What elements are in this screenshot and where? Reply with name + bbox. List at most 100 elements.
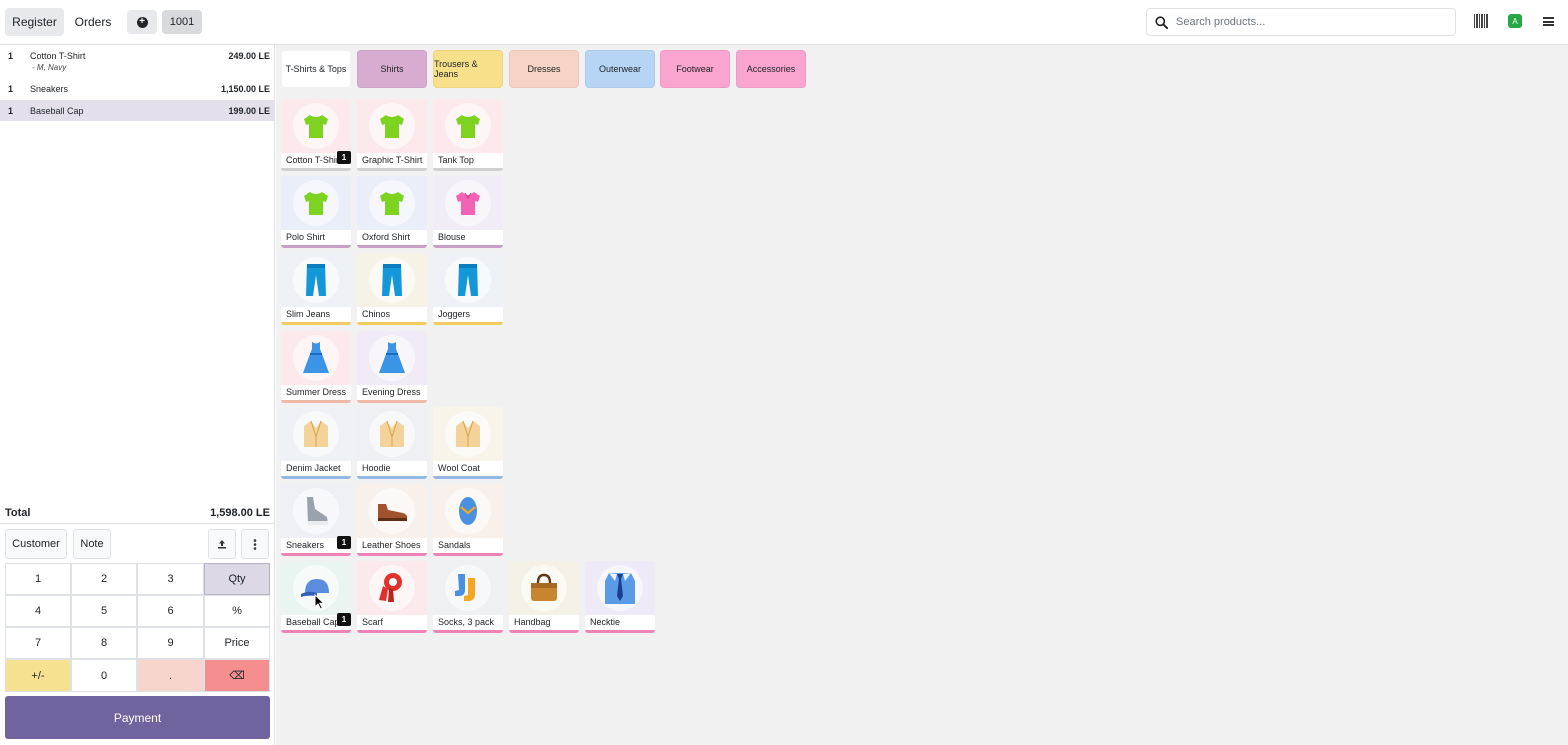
- product-card[interactable]: Socks, 3 pack: [433, 561, 503, 633]
- numpad-key-3[interactable]: 3: [137, 563, 204, 595]
- product-card[interactable]: Sneakers 1: [281, 484, 351, 556]
- product-card[interactable]: Cotton T-Shirt 1: [281, 99, 351, 171]
- product-card[interactable]: Oxford Shirt: [357, 176, 427, 248]
- product-card[interactable]: Necktie: [585, 561, 655, 633]
- product-name: Tank Top: [438, 155, 474, 165]
- product-card[interactable]: Slim Jeans: [281, 253, 351, 325]
- numpad-key-1[interactable]: 1: [5, 563, 71, 595]
- category-accessories[interactable]: Accessories: [736, 50, 806, 88]
- product-card[interactable]: Tank Top: [433, 99, 503, 171]
- orders-button[interactable]: Orders: [68, 8, 118, 36]
- product-name: Sandals: [438, 540, 471, 550]
- tshirt-icon: [293, 103, 339, 149]
- numpad-discount-mode[interactable]: %: [204, 595, 270, 627]
- order-tab[interactable]: 1001: [162, 10, 202, 34]
- product-image: [357, 484, 427, 538]
- payment-button[interactable]: Payment: [5, 696, 270, 739]
- numpad-key-2[interactable]: 2: [71, 563, 137, 595]
- quantity-badge: 1: [337, 151, 351, 164]
- register-button[interactable]: Register: [5, 8, 64, 36]
- product-card[interactable]: Sandals: [433, 484, 503, 556]
- category-shirts[interactable]: Shirts: [357, 50, 427, 88]
- numpad-qty-mode[interactable]: Qty: [204, 563, 270, 595]
- product-image: [357, 176, 427, 230]
- product-name: Baseball Cap: [286, 617, 340, 627]
- search-input[interactable]: [1176, 16, 1446, 28]
- new-order-button[interactable]: +: [127, 10, 157, 34]
- product-card[interactable]: Scarf: [357, 561, 427, 633]
- connection-status-icon[interactable]: A: [1508, 14, 1522, 28]
- category-color-bar: [433, 630, 503, 633]
- category-tshirts-tops[interactable]: T-Shirts & Tops: [281, 50, 351, 88]
- product-image: [357, 561, 427, 615]
- category-color-bar: [509, 630, 579, 633]
- numpad-decimal[interactable]: .: [137, 659, 204, 692]
- product-card[interactable]: Blouse: [433, 176, 503, 248]
- customer-button[interactable]: Customer: [5, 529, 67, 559]
- more-options-button[interactable]: [241, 529, 269, 559]
- product-image: [433, 176, 503, 230]
- product-image: [281, 99, 351, 153]
- product-image: [357, 253, 427, 307]
- numpad-sign-toggle[interactable]: +/-: [5, 659, 71, 692]
- order-actions: Customer Note: [0, 523, 275, 568]
- kebab-menu-icon: [253, 538, 257, 550]
- upload-button[interactable]: [208, 529, 236, 559]
- category-color-bar: [357, 168, 427, 171]
- product-card[interactable]: Hoodie: [357, 407, 427, 479]
- product-card[interactable]: Graphic T-Shirt: [357, 99, 427, 171]
- line-price: 249.00 LE: [228, 51, 270, 61]
- hamburger-menu-icon[interactable]: [1543, 17, 1554, 26]
- order-line[interactable]: 1 Cotton T-Shirt - M, Navy 249.00 LE: [0, 45, 275, 75]
- numpad-key-5[interactable]: 5: [71, 595, 137, 627]
- dress-icon: [293, 335, 339, 381]
- product-name: Necktie: [590, 617, 621, 627]
- product-name: Graphic T-Shirt: [362, 155, 423, 165]
- numpad-key-6[interactable]: 6: [137, 595, 204, 627]
- order-panel: 1 Cotton T-Shirt - M, Navy 249.00 LE 1 S…: [0, 45, 275, 745]
- line-name: Baseball Cap: [30, 106, 84, 116]
- category-dresses[interactable]: Dresses: [509, 50, 579, 88]
- product-image: [433, 561, 503, 615]
- jeans-icon: [369, 257, 415, 303]
- category-outerwear[interactable]: Outerwear: [585, 50, 655, 88]
- line-price: 1,150.00 LE: [220, 84, 270, 94]
- product-card[interactable]: Handbag: [509, 561, 579, 633]
- line-qty: 1: [8, 106, 14, 116]
- order-line-selected[interactable]: 1 Baseball Cap 199.00 LE: [0, 100, 275, 121]
- product-card[interactable]: Joggers: [433, 253, 503, 325]
- category-trousers-jeans[interactable]: Trousers & Jeans: [433, 50, 503, 88]
- numpad-key-8[interactable]: 8: [71, 627, 137, 659]
- product-card[interactable]: Denim Jacket: [281, 407, 351, 479]
- product-card[interactable]: Evening Dress: [357, 331, 427, 403]
- tshirt-icon: [369, 103, 415, 149]
- quantity-badge: 1: [337, 613, 351, 626]
- numpad-key-4[interactable]: 4: [5, 595, 71, 627]
- numpad-key-7[interactable]: 7: [5, 627, 71, 659]
- backspace-icon[interactable]: ⌫: [204, 659, 270, 692]
- handbag-icon: [521, 565, 567, 611]
- order-line[interactable]: 1 Sneakers 1,150.00 LE: [0, 78, 275, 98]
- product-image: [433, 407, 503, 461]
- category-color-bar: [433, 245, 503, 248]
- product-card[interactable]: Polo Shirt: [281, 176, 351, 248]
- search-box[interactable]: [1146, 8, 1456, 36]
- product-card[interactable]: Chinos: [357, 253, 427, 325]
- numpad-price-mode[interactable]: Price: [204, 627, 270, 659]
- barcode-icon[interactable]: [1474, 14, 1488, 28]
- numpad-key-0[interactable]: 0: [71, 659, 137, 692]
- category-color-bar: [281, 168, 351, 171]
- category-color-bar: [281, 476, 351, 479]
- note-button[interactable]: Note: [73, 529, 111, 559]
- necktie-icon: [597, 565, 643, 611]
- product-card[interactable]: Summer Dress: [281, 331, 351, 403]
- product-card[interactable]: Leather Shoes: [357, 484, 427, 556]
- product-image: [281, 407, 351, 461]
- coat-icon: [369, 411, 415, 457]
- category-color-bar: [281, 630, 351, 633]
- product-card[interactable]: Wool Coat: [433, 407, 503, 479]
- category-color-bar: [433, 476, 503, 479]
- numpad-key-9[interactable]: 9: [137, 627, 204, 659]
- line-price: 199.00 LE: [228, 106, 270, 116]
- category-footwear[interactable]: Footwear: [660, 50, 730, 88]
